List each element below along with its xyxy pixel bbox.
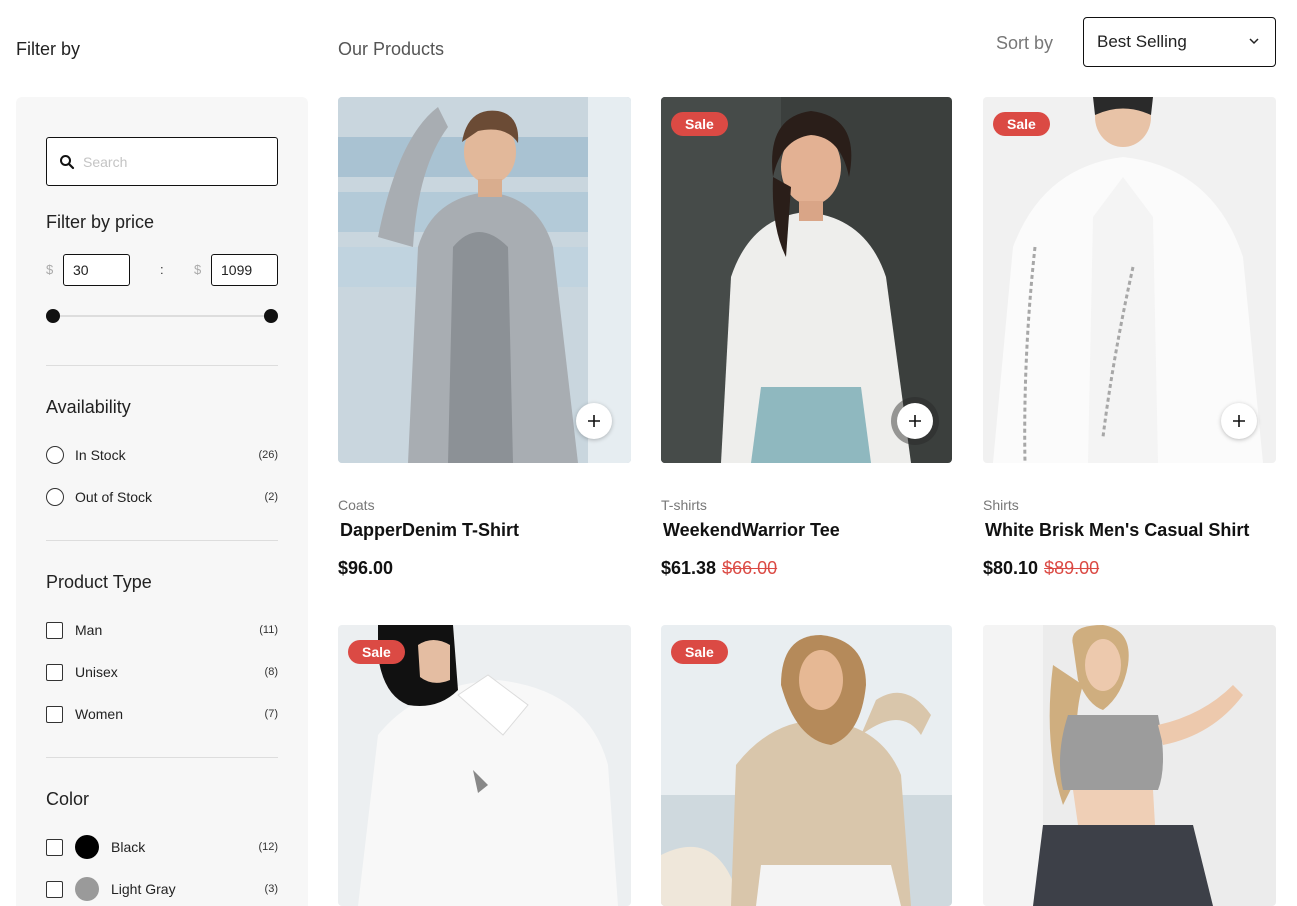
product-photo-woman-gray-crop-top	[983, 625, 1276, 906]
currency-symbol: $	[194, 262, 202, 277]
add-to-cart-button[interactable]	[897, 403, 933, 439]
product-name[interactable]: DapperDenim T-Shirt	[340, 520, 519, 541]
color-option-light-gray[interactable]: Light Gray (3)	[46, 877, 278, 901]
option-label: Light Gray	[111, 881, 176, 897]
product-type-option-unisex[interactable]: Unisex (8)	[46, 662, 278, 682]
sort-select-value: Best Selling	[1097, 32, 1187, 51]
sort-by-label: Sort by	[996, 33, 1054, 53]
checkbox[interactable]	[46, 663, 63, 681]
currency-symbol: $	[46, 262, 54, 277]
product-price: $96.00	[338, 558, 394, 578]
availability-title: Availability	[46, 397, 131, 417]
filter-price-title: Filter by price	[46, 212, 155, 232]
price-slider[interactable]	[46, 309, 278, 323]
plus-icon	[909, 415, 921, 427]
product-type-option-man[interactable]: Man (11)	[46, 620, 278, 640]
color-swatch-light-gray	[75, 877, 99, 901]
filter-by-heading: Filter by	[16, 39, 81, 59]
product-price-block: $61.38 $66.00	[661, 558, 777, 579]
option-count: (11)	[259, 624, 278, 636]
sale-badge: Sale	[671, 640, 728, 664]
checkbox[interactable]	[46, 838, 63, 856]
checkbox[interactable]	[46, 621, 63, 639]
checkbox[interactable]	[46, 880, 63, 898]
option-count: (2)	[264, 491, 278, 503]
price-max-input[interactable]	[211, 254, 278, 286]
divider	[46, 540, 278, 541]
option-label: Women	[75, 706, 123, 722]
divider	[46, 365, 278, 366]
divider	[46, 757, 278, 758]
sort-select[interactable]: Best Selling	[1083, 17, 1276, 67]
option-label: Black	[111, 839, 146, 855]
option-label: In Stock	[75, 447, 126, 463]
product-price-block: $80.10 $89.00	[983, 558, 1099, 579]
color-option-black[interactable]: Black (12)	[46, 835, 278, 859]
product-original-price: $66.00	[722, 558, 778, 578]
product-price: $80.10	[983, 558, 1039, 578]
product-name[interactable]: White Brisk Men's Casual Shirt	[985, 520, 1249, 541]
sale-badge: Sale	[993, 112, 1050, 136]
radio-button[interactable]	[46, 488, 64, 506]
color-title: Color	[46, 789, 90, 809]
add-to-cart-button[interactable]	[576, 403, 612, 439]
sale-badge: Sale	[671, 112, 728, 136]
availability-option-in-stock[interactable]: In Stock (26)	[46, 445, 278, 465]
sale-badge: Sale	[348, 640, 405, 664]
product-price-block: $96.00	[338, 558, 393, 579]
price-slider-min-handle[interactable]	[46, 309, 60, 323]
product-image[interactable]	[661, 625, 952, 906]
option-count: (26)	[258, 449, 278, 461]
product-price: $61.38	[661, 558, 717, 578]
option-label: Out of Stock	[75, 489, 153, 505]
product-photo-woman-beige-blouse	[661, 625, 952, 906]
checkbox[interactable]	[46, 705, 63, 723]
search-input[interactable]	[83, 153, 263, 170]
availability-option-out-of-stock[interactable]: Out of Stock (2)	[46, 487, 278, 507]
add-to-cart-button[interactable]	[1221, 403, 1257, 439]
product-category: T-shirts	[661, 497, 707, 513]
option-label: Unisex	[75, 664, 118, 680]
option-count: (8)	[264, 666, 278, 678]
price-min-input[interactable]	[63, 254, 130, 286]
product-image[interactable]	[983, 625, 1276, 906]
product-image[interactable]	[338, 625, 631, 906]
product-category: Shirts	[983, 497, 1019, 513]
product-photo-woman-white-shirt-bob	[338, 625, 631, 906]
product-category: Coats	[338, 497, 375, 513]
price-range-inputs: $ : $	[46, 254, 278, 286]
search-icon	[60, 154, 75, 169]
option-count: (3)	[264, 883, 278, 895]
option-count: (7)	[264, 708, 278, 720]
color-swatch-black	[75, 835, 99, 859]
price-slider-track	[52, 315, 272, 317]
plus-icon	[588, 415, 600, 427]
product-type-title: Product Type	[46, 572, 152, 592]
option-label: Man	[75, 622, 103, 638]
page-title: Our Products	[338, 39, 445, 59]
product-name[interactable]: WeekendWarrior Tee	[663, 520, 840, 541]
filter-sidebar: Filter by price $ : $ Availability In St…	[16, 97, 308, 906]
product-type-option-women[interactable]: Women (7)	[46, 704, 278, 724]
chevron-down-icon	[1249, 38, 1259, 45]
radio-button[interactable]	[46, 446, 64, 464]
price-slider-max-handle[interactable]	[264, 309, 278, 323]
option-count: (12)	[258, 841, 278, 853]
search-field[interactable]	[46, 137, 278, 186]
plus-icon	[1233, 415, 1245, 427]
price-separator: :	[160, 262, 164, 277]
product-original-price: $89.00	[1044, 558, 1100, 578]
